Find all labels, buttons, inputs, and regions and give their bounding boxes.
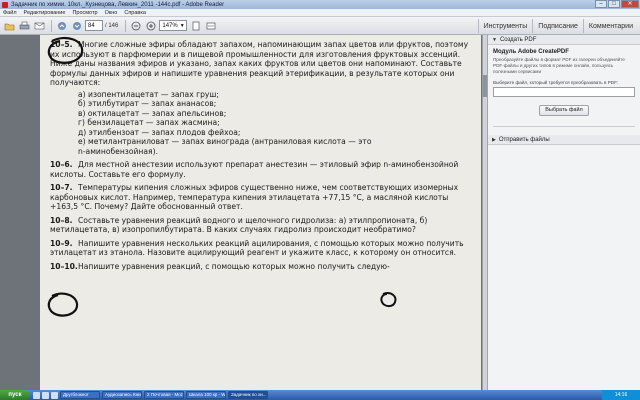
taskbar-item[interactable]: Аудиозапись Книга xyxy=(102,391,142,399)
taskbar-item[interactable]: Шкала 100 кр - Winr xyxy=(186,391,226,399)
problem-text: Напишите уравнения нескольких реакций ац… xyxy=(50,238,464,258)
toolbar-separator xyxy=(125,19,127,32)
divider xyxy=(493,126,635,127)
problem-number: 10–9. xyxy=(50,238,73,248)
page-content: 10–5. Многие сложные эфиры обладают запах… xyxy=(50,40,475,275)
tab-comments[interactable]: Комментарии xyxy=(582,19,638,33)
problem-10-8: 10–8. Составьте уравнения реакций водного… xyxy=(50,216,475,235)
taskbar-item[interactable]: 2 Почтовая - Mozilla xyxy=(144,391,184,399)
tool-tabs: Инструменты Подписание Комментарии xyxy=(477,19,638,33)
windows-taskbar: пуск Другблокнот Аудиозапись Книга 2 Поч… xyxy=(0,390,640,400)
window-controls: – □ ✕ xyxy=(595,0,639,8)
zoom-out-icon[interactable] xyxy=(129,19,142,32)
adobe-reader-icon xyxy=(2,1,8,8)
problem-10-5: 10–5. Многие сложные эфиры обладают запах… xyxy=(50,40,475,88)
list-item: е) метилантраниловат — запах винограда (… xyxy=(78,137,372,146)
ester-list: а) изопентилацетат — запах груш; б) этил… xyxy=(50,90,475,157)
pdf-page: 10–5. Многие сложные эфиры обладают запах… xyxy=(40,35,481,390)
pen-circle-annotation xyxy=(380,292,397,308)
toolbar-separator xyxy=(51,19,52,32)
quicklaunch-icon[interactable] xyxy=(42,391,49,399)
problem-10-6: 10–6. Для местной анестезии используют пр… xyxy=(50,160,475,179)
document-viewer[interactable]: 10–5. Многие сложные эфиры обладают запах… xyxy=(0,35,482,390)
page-number-input[interactable]: 84 xyxy=(85,20,103,31)
clock: 14:16 xyxy=(614,392,628,398)
list-item: б) этилбутират — запах ананасов; xyxy=(78,99,217,108)
prev-page-icon[interactable] xyxy=(55,19,68,32)
list-item: а) изопентилацетат — запах груш; xyxy=(78,89,219,99)
title-bar: Задачник по химии. 10кл._Кузнецова, Левк… xyxy=(0,0,640,9)
module-description: Преобразуйте файлы в формат PDF из галер… xyxy=(493,57,625,74)
menu-help[interactable]: Справка xyxy=(124,10,146,16)
problem-number: 10–8. xyxy=(50,215,73,225)
problem-number: 10–10. xyxy=(50,261,78,271)
list-item-continuation: n-аминобензойная). xyxy=(78,146,158,156)
problem-text: Составьте уравнения реакций водного и ще… xyxy=(50,215,428,235)
system-tray: 14:16 xyxy=(602,390,640,400)
problem-number: 10–6. xyxy=(50,160,73,169)
window-title: Задачник по химии. 10кл._Кузнецова, Левк… xyxy=(11,1,225,8)
problem-text: Температуры кипения сложных эфиров сущес… xyxy=(50,183,459,211)
problem-10-10: 10–10.Напишите уравнения реакций, с помо… xyxy=(50,262,475,272)
triangle-down-icon: ▼ xyxy=(492,36,497,43)
problem-10-9: 10–9. Напишите уравнения нескольких реакц… xyxy=(50,239,475,258)
menu-bar: Файл Редактирование Просмотр Окно Справк… xyxy=(0,9,640,17)
menu-edit[interactable]: Редактирование xyxy=(24,10,66,16)
menu-window[interactable]: Окно xyxy=(105,10,118,16)
create-pdf-section-header[interactable]: ▼ Создать PDF xyxy=(488,35,640,45)
fit-width-icon[interactable] xyxy=(204,19,217,32)
zoom-in-icon[interactable] xyxy=(144,19,157,32)
open-icon[interactable] xyxy=(3,19,16,32)
file-path-input[interactable] xyxy=(493,87,635,97)
problem-text: Напишите уравнения реакций, с помощью ко… xyxy=(78,261,390,271)
minimize-button[interactable]: – xyxy=(595,0,607,8)
start-button[interactable]: пуск xyxy=(0,390,30,400)
taskbar-item-active[interactable]: Задачник по хи... xyxy=(228,391,268,399)
problem-text: Для местной анестезии используют препара… xyxy=(50,160,459,179)
problem-10-7: 10–7. Температуры кипения сложных эфиров … xyxy=(50,183,475,212)
chevron-down-icon: ▼ xyxy=(179,22,185,29)
list-item: в) октилацетат — запах апельсинов; xyxy=(78,108,227,118)
print-icon[interactable] xyxy=(18,19,31,32)
section-title: Отправить файлы xyxy=(498,136,550,143)
select-file-button[interactable]: Выбрать файл xyxy=(539,105,589,116)
problem-number: 10–7. xyxy=(50,183,73,192)
quicklaunch-icon[interactable] xyxy=(33,391,40,399)
taskbar-item[interactable]: Другблокнот xyxy=(60,391,100,399)
tab-tools[interactable]: Инструменты xyxy=(477,19,533,33)
toolbar: 84 / 146 147% ▼ Инструменты Подписание К… xyxy=(0,17,640,35)
triangle-right-icon: ▶ xyxy=(492,136,496,143)
problem-text: Многие сложные эфиры обладают запахом, н… xyxy=(50,40,469,87)
zoom-value: 147% xyxy=(162,22,178,29)
fit-page-icon[interactable] xyxy=(189,19,202,32)
section-title: Создать PDF xyxy=(499,36,537,43)
menu-view[interactable]: Просмотр xyxy=(72,10,97,16)
problem-number: 10–5. xyxy=(50,40,73,49)
quicklaunch-icon[interactable] xyxy=(51,391,58,399)
pen-circle-annotation xyxy=(47,292,79,317)
email-icon[interactable] xyxy=(33,19,46,32)
list-item: г) бензилацетат — запах жасмина; xyxy=(78,118,220,127)
tab-sign[interactable]: Подписание xyxy=(532,19,583,33)
list-item: д) этилбензоат — запах плодов фейхоа; xyxy=(78,127,241,137)
tools-panel: ▼ Создать PDF Модуль Adobe CreatePDF Пре… xyxy=(487,35,640,390)
send-files-section-header[interactable]: ▶ Отправить файлы xyxy=(488,135,640,145)
create-pdf-section: Модуль Adobe CreatePDF Преобразуйте файл… xyxy=(488,45,640,131)
file-label: Выберите файл, который требуется преобра… xyxy=(493,80,619,85)
close-button[interactable]: ✕ xyxy=(621,0,639,8)
module-title: Модуль Adobe CreatePDF xyxy=(493,49,569,55)
page-total: / 146 xyxy=(105,22,119,29)
zoom-select[interactable]: 147% ▼ xyxy=(159,20,188,31)
menu-file[interactable]: Файл xyxy=(3,10,17,16)
maximize-button[interactable]: □ xyxy=(608,0,620,8)
next-page-icon[interactable] xyxy=(70,19,83,32)
